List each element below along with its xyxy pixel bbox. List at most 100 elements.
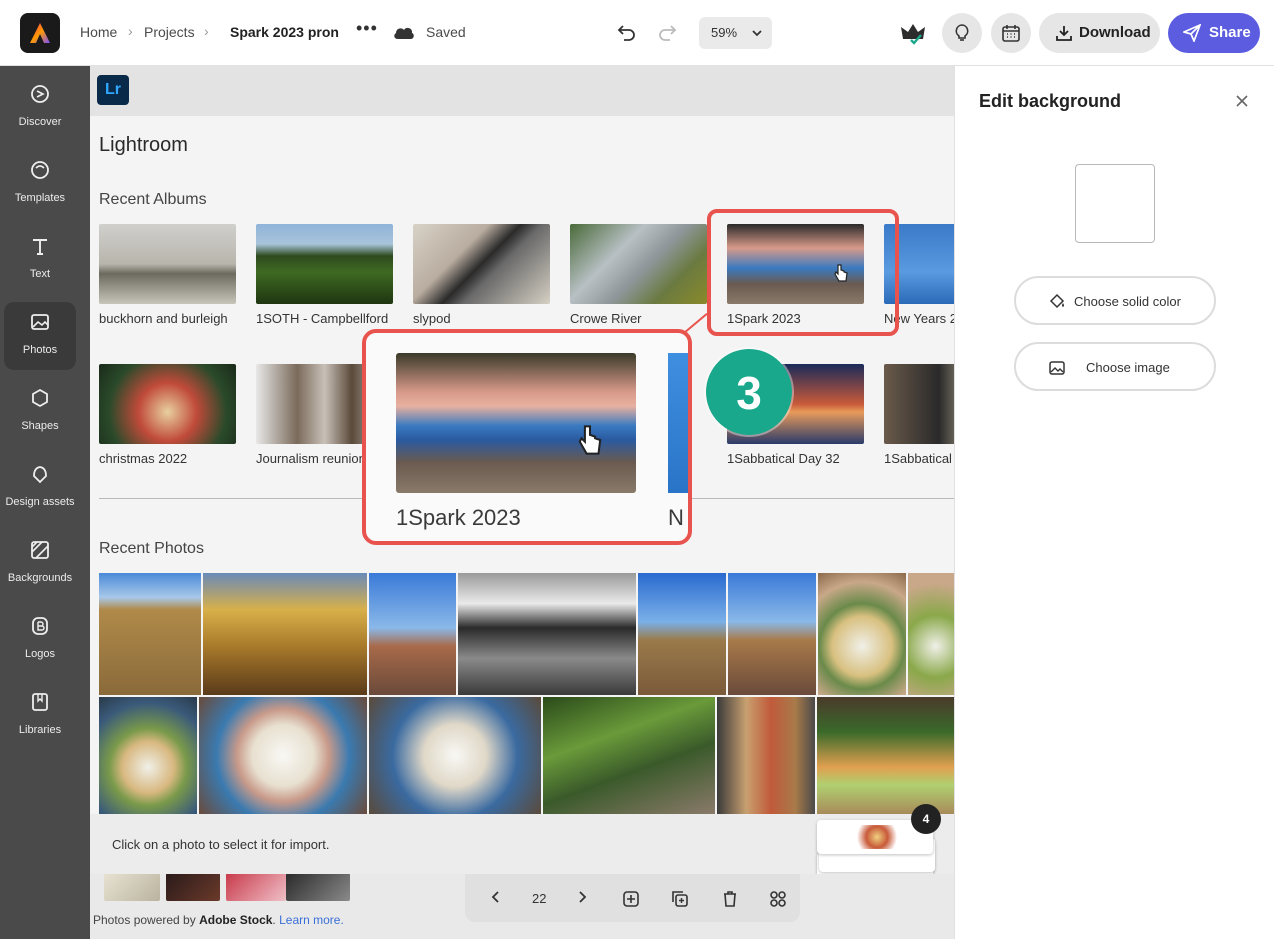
album-tile[interactable]: buckhorn and burleigh xyxy=(99,224,236,326)
top-bar: Home › Projects › Spark 2023 pron ••• Sa… xyxy=(0,0,1274,66)
recent-photos-heading: Recent Photos xyxy=(99,540,204,557)
callout-thumbnail xyxy=(396,353,636,493)
rail-item-discover[interactable]: Discover xyxy=(4,74,76,142)
rail-item-templates[interactable]: Templates xyxy=(4,150,76,218)
photo-tile[interactable] xyxy=(543,697,715,814)
rail-item-shapes[interactable]: Shapes xyxy=(4,378,76,446)
selected-count-badge: 4 xyxy=(911,804,941,834)
rail-item-photos[interactable]: Photos xyxy=(4,302,76,370)
rail-item-backgrounds[interactable]: Backgrounds xyxy=(4,530,76,598)
photo-tile[interactable] xyxy=(369,573,456,695)
schedule-button[interactable] xyxy=(991,13,1031,53)
recent-albums-heading: Recent Albums xyxy=(99,191,207,208)
more-options-icon[interactable]: ••• xyxy=(356,18,378,39)
zoom-select[interactable]: 59% xyxy=(699,17,772,49)
shapes-icon xyxy=(32,388,48,408)
album-tile[interactable]: 1SOTH - Campbellford xyxy=(256,224,393,326)
premium-crown-button[interactable] xyxy=(893,13,933,53)
rail-item-logos[interactable]: Logos xyxy=(4,606,76,674)
calendar-icon xyxy=(1002,25,1020,42)
rail-item-libraries[interactable]: Libraries xyxy=(4,682,76,750)
adobe-express-logo[interactable] xyxy=(20,13,60,53)
photo-tile[interactable] xyxy=(369,697,541,814)
lightbulb-icon xyxy=(955,24,969,41)
hand-cursor-icon xyxy=(834,264,848,282)
image-icon xyxy=(1049,361,1065,375)
add-page-icon[interactable] xyxy=(622,890,640,908)
download-button[interactable]: Download xyxy=(1039,13,1160,53)
photo-tile[interactable] xyxy=(717,697,815,814)
zoom-value: 59% xyxy=(711,25,738,40)
redo-icon[interactable] xyxy=(657,22,677,42)
ideas-button[interactable] xyxy=(942,13,982,53)
dialog-footer: Click on a photo to select it for import… xyxy=(90,814,954,874)
strip-photo[interactable] xyxy=(104,873,160,901)
strip-photo[interactable] xyxy=(286,873,350,901)
photo-tile[interactable] xyxy=(818,573,906,695)
rail-item-design-assets[interactable]: Design assets xyxy=(4,454,76,522)
share-label: Share xyxy=(1209,24,1251,41)
album-label: Crowe River xyxy=(570,311,642,326)
breadcrumb-projects[interactable]: Projects xyxy=(144,24,195,40)
choose-solid-color-button[interactable]: Choose solid color xyxy=(1014,276,1216,325)
grid-view-icon[interactable] xyxy=(769,890,787,908)
document-title[interactable]: Spark 2023 pron xyxy=(230,24,339,40)
album-tile[interactable]: christmas 2022 xyxy=(99,364,236,466)
photo-strip xyxy=(90,873,380,903)
album-tile[interactable]: 1Sabbatical xyxy=(884,364,954,466)
photo-tile[interactable] xyxy=(458,573,636,695)
photo-tile[interactable] xyxy=(99,697,197,814)
design-assets-icon xyxy=(33,466,47,484)
breadcrumb-home[interactable]: Home xyxy=(80,24,117,40)
rail-label: Text xyxy=(29,268,51,280)
strip-photo[interactable] xyxy=(166,873,220,901)
photo-tile[interactable] xyxy=(908,573,954,695)
chevron-left-icon[interactable] xyxy=(489,890,503,904)
dialog-header: Lr xyxy=(90,66,954,116)
choose-image-button[interactable]: Choose image xyxy=(1014,342,1216,391)
learn-more-link[interactable]: Learn more. xyxy=(279,913,344,927)
lightroom-logo-icon: Lr xyxy=(97,75,129,105)
undo-icon[interactable] xyxy=(617,22,637,42)
album-thumbnail xyxy=(570,224,707,304)
photo-tile[interactable] xyxy=(728,573,816,695)
background-preview-swatch[interactable] xyxy=(1075,164,1155,243)
logos-icon xyxy=(32,617,48,635)
stock-attribution: Photos powered by Adobe Stock. Learn mor… xyxy=(93,913,344,927)
rail-label: Libraries xyxy=(18,724,62,736)
photo-tile[interactable] xyxy=(99,573,201,695)
rail-label: Logos xyxy=(25,648,55,660)
strip-photo[interactable] xyxy=(226,873,286,901)
templates-icon xyxy=(31,161,49,179)
rail-label: Photos xyxy=(22,344,58,356)
step-number-badge: 3 xyxy=(706,349,792,435)
download-label: Download xyxy=(1079,24,1151,41)
import-instruction: Click on a photo to select it for import… xyxy=(112,837,330,852)
page-navigator: 22 xyxy=(465,874,800,922)
callout-peek-thumbnail xyxy=(668,353,688,493)
stack-thumbnail xyxy=(853,825,901,849)
save-status: Saved xyxy=(426,24,466,40)
powered-brand: Adobe Stock xyxy=(199,913,273,927)
photo-tile[interactable] xyxy=(638,573,726,695)
photo-tile[interactable] xyxy=(203,573,367,695)
zoom-callout: 1Spark 2023 N xyxy=(362,329,692,545)
photos-icon xyxy=(31,314,49,330)
album-label: 1SOTH - Campbellford xyxy=(256,311,389,326)
album-tile[interactable]: Crowe River xyxy=(570,224,707,326)
image-label: Choose image xyxy=(1086,360,1170,375)
album-thumbnail xyxy=(99,224,236,304)
trash-icon[interactable] xyxy=(721,890,739,908)
share-button[interactable]: Share xyxy=(1168,13,1260,53)
duplicate-page-icon[interactable] xyxy=(671,890,689,908)
discover-icon xyxy=(31,85,49,103)
photo-tile[interactable] xyxy=(817,697,954,814)
album-tile[interactable]: slypod xyxy=(413,224,550,326)
rail-item-text[interactable]: Text xyxy=(4,226,76,294)
chevron-right-icon[interactable] xyxy=(575,890,589,904)
album-thumbnail xyxy=(413,224,550,304)
close-icon[interactable] xyxy=(1235,94,1249,108)
photo-tile[interactable] xyxy=(199,697,367,814)
dialog-title: Lightroom xyxy=(99,134,188,156)
callout-peek-label: N xyxy=(668,505,684,530)
